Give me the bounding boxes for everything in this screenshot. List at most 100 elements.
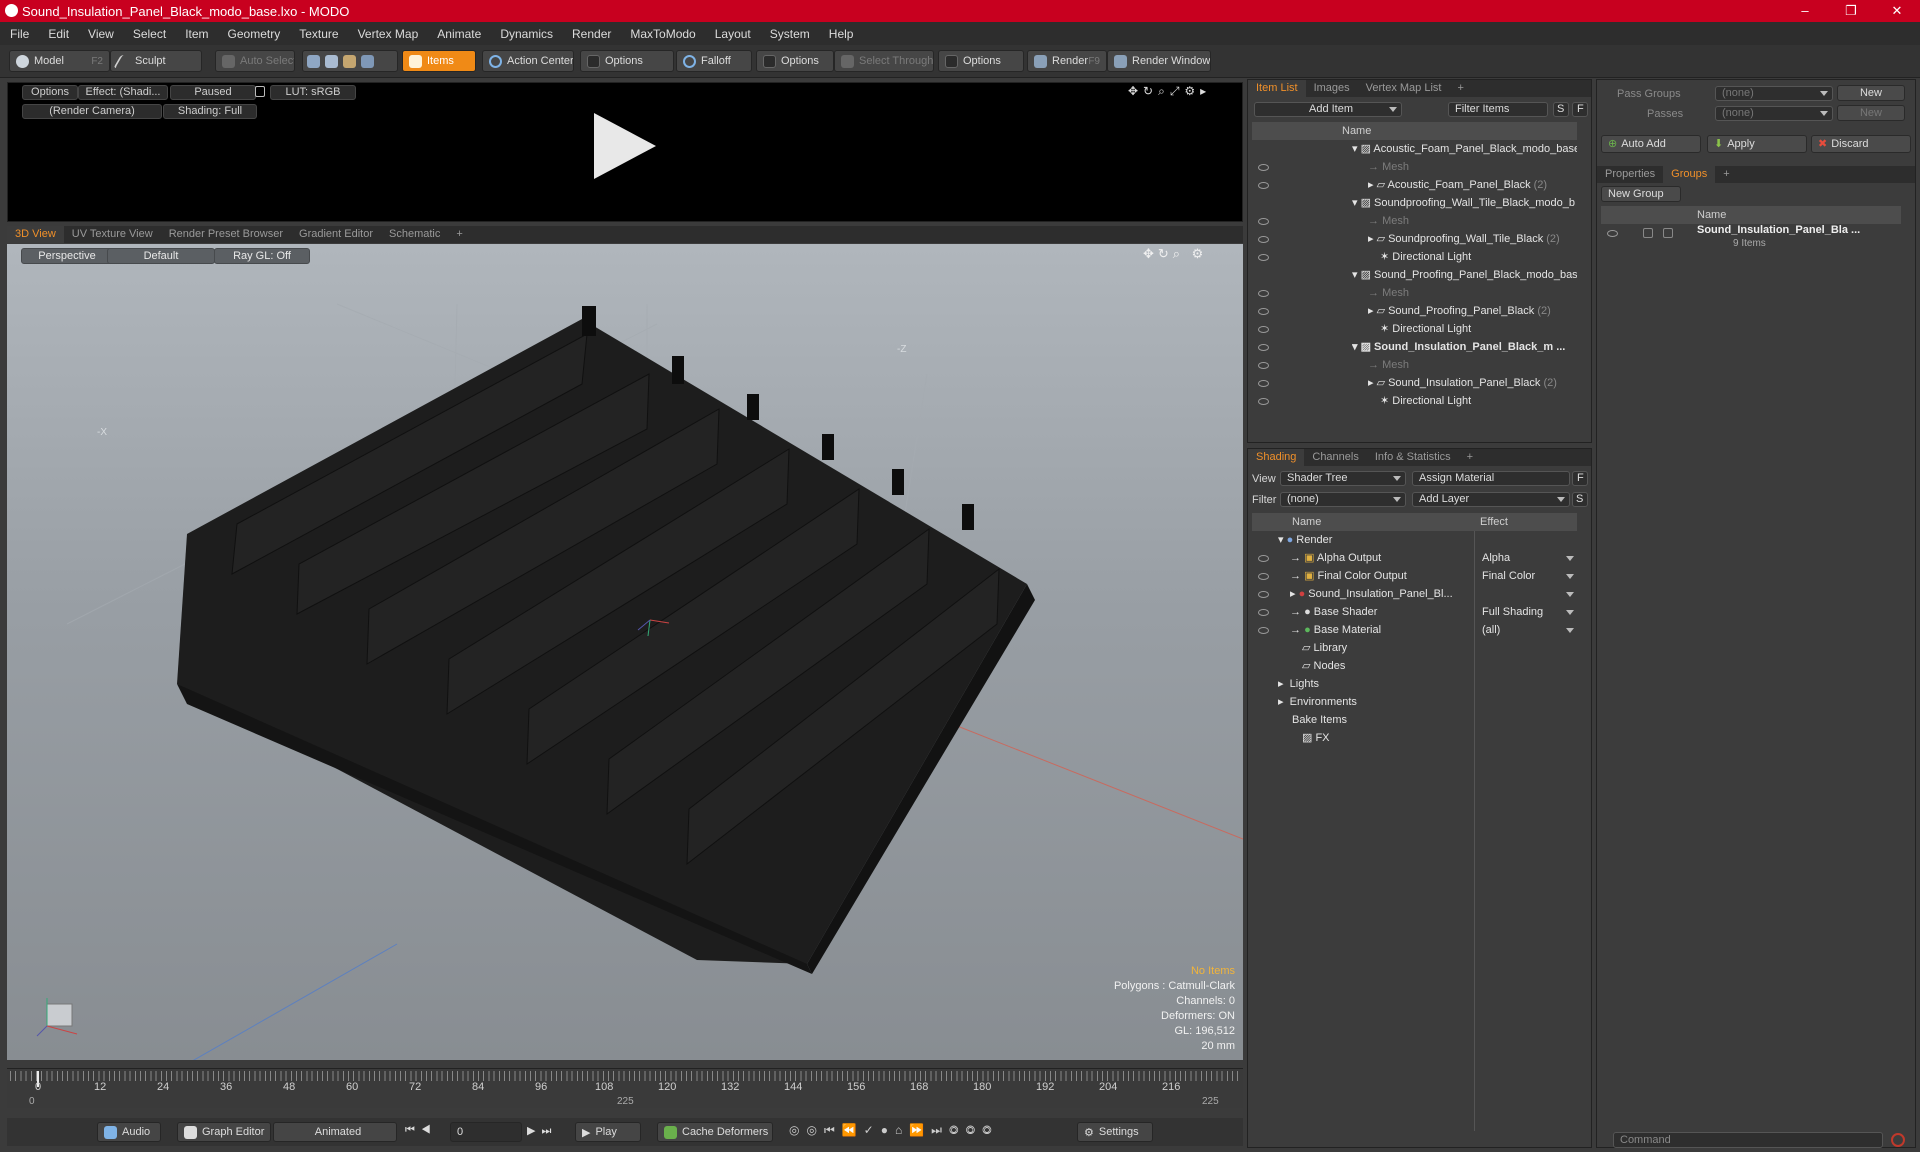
visibility-eye-icon[interactable] bbox=[1258, 236, 1269, 243]
item-row-scene[interactable]: ▾ ▨ Sound_Proofing_Panel_Black_modo_bas … bbox=[1352, 266, 1577, 284]
item-row-group[interactable]: ▸ ▱ Sound_Proofing_Panel_Black (2) bbox=[1368, 302, 1577, 320]
tab-properties[interactable]: Properties bbox=[1597, 166, 1663, 183]
tab-item-list[interactable]: Item List bbox=[1248, 80, 1306, 97]
effect-dropdown[interactable]: Alpha bbox=[1478, 549, 1578, 567]
shader-row-library[interactable]: ▱ Library bbox=[1302, 639, 1478, 657]
tab-3d-view[interactable]: 3D View bbox=[7, 226, 64, 243]
item-row-group[interactable]: ▸ ▱ Sound_Insulation_Panel_Black (2) bbox=[1368, 374, 1577, 392]
command-input[interactable]: Command bbox=[1613, 1132, 1883, 1148]
tab-vertex-map-list[interactable]: Vertex Map List bbox=[1358, 80, 1450, 97]
select-checkbox[interactable] bbox=[1663, 228, 1673, 238]
add-item-dropdown[interactable]: Add Item bbox=[1254, 102, 1402, 117]
viewport-nav-icons[interactable]: ✥↻⌕ ⚙ bbox=[1143, 246, 1207, 262]
visibility-eye-icon[interactable] bbox=[1258, 218, 1269, 225]
transport-step-forward-icons[interactable]: ▶⏭ bbox=[527, 1124, 557, 1138]
tab-uv-texture-view[interactable]: UV Texture View bbox=[64, 226, 161, 243]
auto-select-button[interactable]: Auto Select bbox=[215, 50, 295, 72]
shader-row-bake-items[interactable]: Bake Items bbox=[1292, 711, 1478, 729]
lock-checkbox[interactable] bbox=[1643, 228, 1653, 238]
add-tab-button[interactable]: + bbox=[448, 226, 470, 243]
pass-groups-dropdown[interactable]: (none) bbox=[1715, 86, 1833, 101]
filter-s-button[interactable]: S bbox=[1553, 102, 1569, 117]
tab-info-statistics[interactable]: Info & Statistics bbox=[1367, 449, 1459, 466]
item-row-light[interactable]: ✶ Directional Light bbox=[1380, 248, 1577, 266]
falloff-options-button[interactable]: Options bbox=[756, 50, 834, 72]
render-camera-dropdown[interactable]: (Render Camera) bbox=[22, 104, 162, 119]
discard-button[interactable]: ✖ Discard bbox=[1811, 135, 1911, 153]
item-row-scene[interactable]: ▾ ▨ Soundproofing_Wall_Tile_Black_modo_b… bbox=[1352, 194, 1577, 212]
tab-schematic[interactable]: Schematic bbox=[381, 226, 448, 243]
graph-editor-button[interactable]: Graph Editor bbox=[177, 1122, 271, 1142]
menu-system[interactable]: System bbox=[760, 27, 819, 41]
menu-animate[interactable]: Animate bbox=[427, 27, 490, 41]
menu-geometry[interactable]: Geometry bbox=[218, 27, 290, 41]
range-start[interactable]: 0 bbox=[29, 1096, 35, 1107]
visibility-eye-icon[interactable] bbox=[1258, 627, 1269, 634]
visibility-eye-icon[interactable] bbox=[1258, 609, 1269, 616]
audio-button[interactable]: Audio bbox=[97, 1122, 161, 1142]
visibility-eye-icon[interactable] bbox=[1258, 380, 1269, 387]
visibility-eye-icon[interactable] bbox=[1258, 591, 1269, 598]
add-layer-dropdown[interactable]: Add Layer bbox=[1412, 492, 1570, 507]
visibility-eye-icon[interactable] bbox=[1258, 254, 1269, 261]
falloff-button[interactable]: Falloff bbox=[676, 50, 752, 72]
tab-gradient-editor[interactable]: Gradient Editor bbox=[291, 226, 381, 243]
timeline[interactable]: 0 12 24 36 48 60 72 84 96 108 120 132 14… bbox=[7, 1068, 1243, 1108]
visibility-eye-icon[interactable] bbox=[1258, 182, 1269, 189]
visibility-eye-icon[interactable] bbox=[1607, 230, 1618, 237]
restore-button[interactable]: ❐ bbox=[1828, 0, 1874, 22]
menu-view[interactable]: View bbox=[78, 27, 123, 41]
filter-f-button[interactable]: F bbox=[1572, 102, 1588, 117]
visibility-eye-icon[interactable] bbox=[1258, 290, 1269, 297]
menu-dynamics[interactable]: Dynamics bbox=[490, 27, 562, 41]
visibility-eye-icon[interactable] bbox=[1258, 164, 1269, 171]
item-row-scene[interactable]: ▾ ▨ Acoustic_Foam_Panel_Black_modo_base.… bbox=[1352, 140, 1577, 158]
close-button[interactable]: ✕ bbox=[1874, 0, 1920, 22]
visibility-eye-icon[interactable] bbox=[1258, 344, 1269, 351]
vertices-mode-icon[interactable] bbox=[307, 54, 320, 68]
ray-gl-toggle[interactable]: Ray GL: Off bbox=[214, 248, 310, 264]
menu-file[interactable]: File bbox=[0, 27, 38, 41]
add-tab-button[interactable]: + bbox=[1449, 80, 1471, 97]
effect-dropdown[interactable]: Final Color bbox=[1478, 567, 1578, 585]
add-tab-button[interactable]: + bbox=[1459, 449, 1481, 466]
item-row-mesh[interactable]: → Mesh bbox=[1368, 212, 1577, 230]
preview-nav-icons[interactable]: ✥↻⌕⤢⚙▸ bbox=[1128, 84, 1211, 99]
minimize-button[interactable]: – bbox=[1782, 0, 1828, 22]
visibility-eye-icon[interactable] bbox=[1258, 326, 1269, 333]
item-row-light[interactable]: ✶ Directional Light bbox=[1380, 320, 1577, 338]
apply-button[interactable]: ⬇ Apply bbox=[1707, 135, 1807, 153]
auto-add-button[interactable]: ⊕ Auto Add bbox=[1601, 135, 1701, 153]
shader-row-base-material[interactable]: → ● Base Material bbox=[1290, 621, 1478, 639]
item-row-mesh[interactable]: → Mesh bbox=[1368, 284, 1577, 302]
play-icon[interactable] bbox=[594, 113, 656, 179]
menu-help[interactable]: Help bbox=[819, 27, 863, 41]
play-button[interactable]: ▶ Play bbox=[575, 1122, 641, 1142]
tab-render-preset-browser[interactable]: Render Preset Browser bbox=[161, 226, 291, 243]
preview-options-button[interactable]: Options bbox=[22, 85, 78, 100]
menu-vertex-map[interactable]: Vertex Map bbox=[348, 27, 428, 41]
shader-row-environments[interactable]: ▸ Environments bbox=[1278, 693, 1478, 711]
materials-mode-icon[interactable] bbox=[361, 54, 374, 68]
effect-dropdown[interactable] bbox=[1478, 585, 1578, 603]
view-dropdown[interactable]: Shader Tree bbox=[1280, 471, 1406, 486]
shading-f-button[interactable]: F bbox=[1572, 471, 1588, 486]
command-record-icon[interactable] bbox=[1891, 1133, 1905, 1147]
sculpt-mode-button[interactable]: Sculpt bbox=[110, 50, 202, 72]
tab-shading[interactable]: Shading bbox=[1248, 449, 1305, 466]
item-row-scene-active[interactable]: ▾ ▨ Sound_Insulation_Panel_Black_m ... bbox=[1352, 338, 1577, 356]
frame-input[interactable]: 0 bbox=[450, 1122, 522, 1142]
add-tab-button[interactable]: + bbox=[1715, 166, 1737, 183]
render-window-button[interactable]: Render Window bbox=[1107, 50, 1211, 72]
cache-deformers-button[interactable]: Cache Deformers bbox=[657, 1122, 773, 1142]
render-button[interactable]: Render F9 bbox=[1027, 50, 1107, 72]
visibility-eye-icon[interactable] bbox=[1258, 555, 1269, 562]
tab-images[interactable]: Images bbox=[1306, 80, 1358, 97]
menu-item[interactable]: Item bbox=[175, 27, 217, 41]
menu-layout[interactable]: Layout bbox=[705, 27, 760, 41]
style-dropdown[interactable]: Default bbox=[107, 248, 215, 264]
tab-channels[interactable]: Channels bbox=[1304, 449, 1366, 466]
shader-row-alpha-output[interactable]: → ▣ Alpha Output bbox=[1290, 549, 1478, 567]
item-row-group[interactable]: ▸ ▱ Soundproofing_Wall_Tile_Black (2) bbox=[1368, 230, 1577, 248]
filter-items-input[interactable]: Filter Items bbox=[1448, 102, 1548, 117]
